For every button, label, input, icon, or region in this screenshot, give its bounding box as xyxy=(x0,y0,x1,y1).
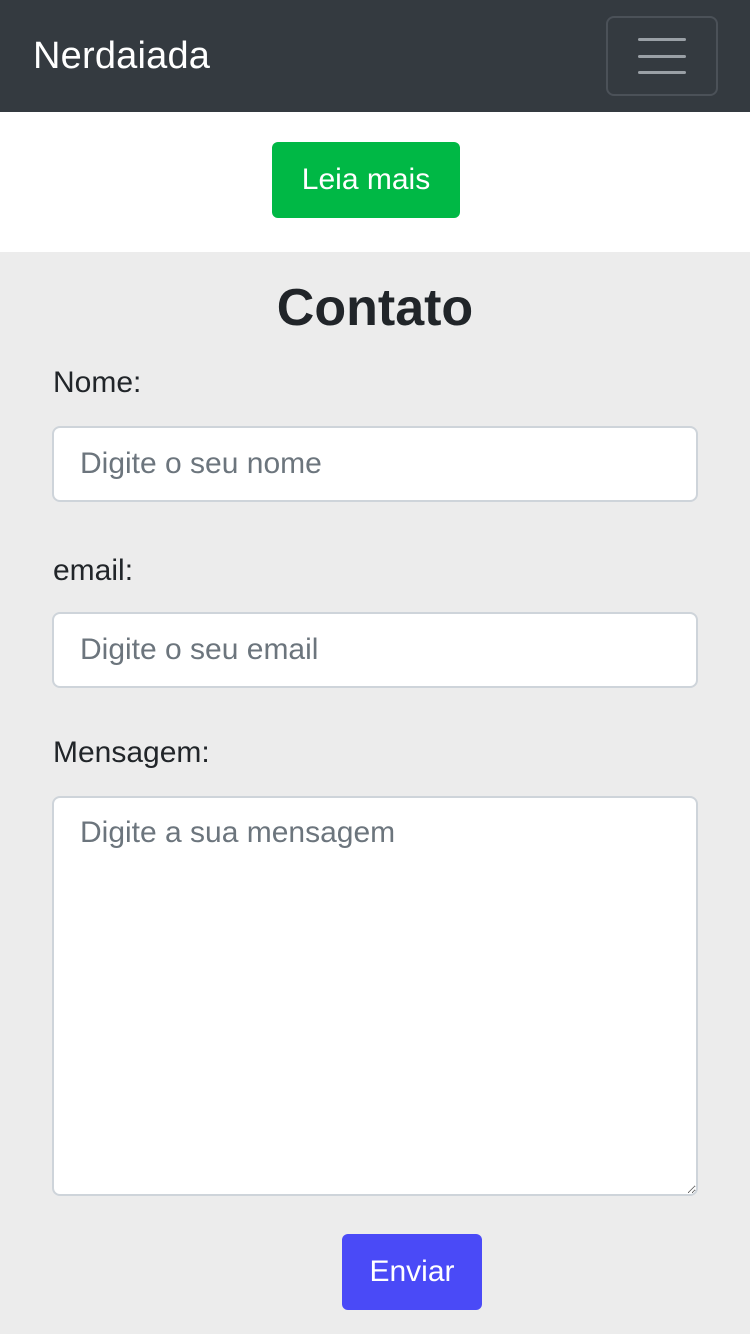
hamburger-line xyxy=(638,38,686,41)
hamburger-line xyxy=(638,54,686,58)
hamburger-menu-icon xyxy=(638,38,686,74)
email-label: email: xyxy=(53,554,134,587)
hamburger-line xyxy=(638,71,686,74)
navbar-toggler-button[interactable] xyxy=(606,16,718,96)
message-textarea[interactable] xyxy=(52,796,698,1196)
navbar: Nerdaiada xyxy=(0,0,750,112)
contact-section: Contato Nome: email: Mensagem: Enviar xyxy=(0,252,750,1334)
read-more-button[interactable]: Leia mais xyxy=(272,142,460,218)
name-input[interactable] xyxy=(52,426,698,502)
name-label: Nome: xyxy=(53,366,142,399)
send-button[interactable]: Enviar xyxy=(342,1234,482,1310)
hero-section: Leia mais xyxy=(0,112,750,252)
email-input[interactable] xyxy=(52,612,698,688)
brand-logo-text[interactable]: Nerdaiada xyxy=(33,35,210,78)
message-label: Mensagem: xyxy=(53,736,210,769)
contact-title: Contato xyxy=(276,279,474,337)
